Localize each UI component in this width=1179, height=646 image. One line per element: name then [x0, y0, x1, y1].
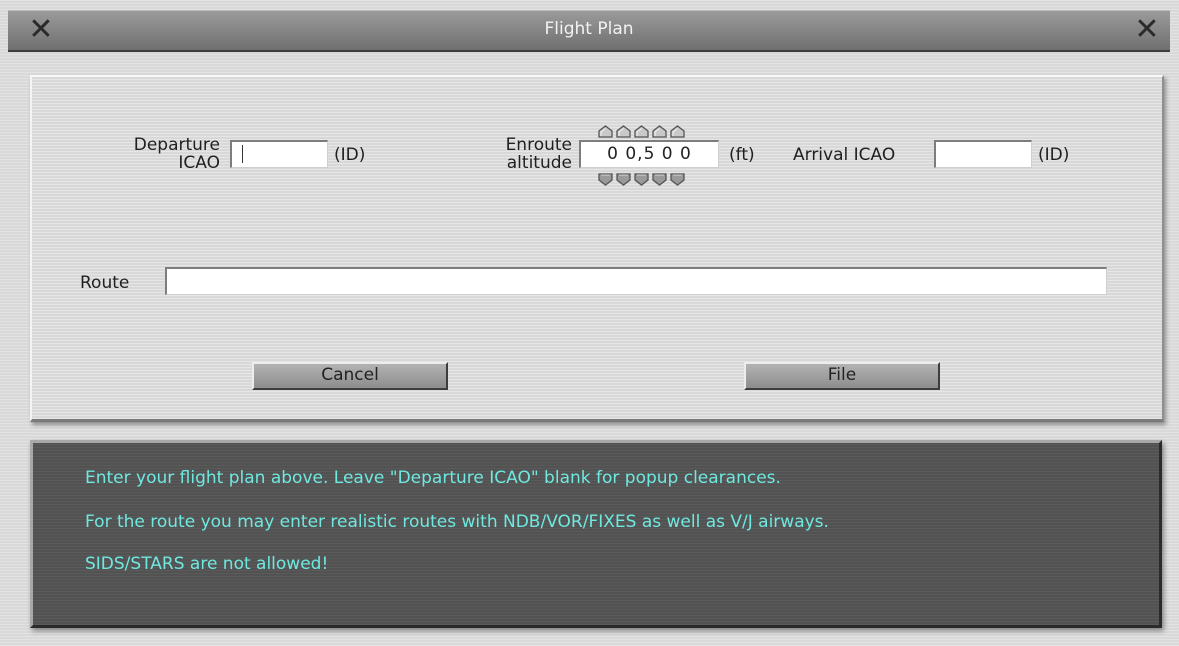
- info-line-1: Enter your flight plan above. Leave "Dep…: [85, 468, 781, 488]
- altitude-unit: (ft): [729, 145, 755, 165]
- cancel-button[interactable]: Cancel: [252, 362, 448, 390]
- departure-icao-input[interactable]: [230, 140, 328, 168]
- altitude-digit-4-down-icon[interactable]: [652, 171, 667, 186]
- arrival-icao-input[interactable]: [934, 140, 1032, 168]
- arrival-unit: (ID): [1038, 145, 1070, 165]
- altitude-digit-3-up-icon[interactable]: [634, 123, 649, 138]
- info-line-3: SIDS/STARS are not allowed!: [85, 554, 329, 574]
- altitude-digit-4-up-icon[interactable]: [652, 123, 667, 138]
- altitude-label-line2: altitude: [506, 153, 572, 173]
- arrival-label: Arrival ICAO: [793, 145, 896, 165]
- file-button[interactable]: File: [744, 362, 940, 390]
- window-title: Flight Plan: [544, 19, 634, 39]
- altitude-label-line1: Enroute: [505, 135, 572, 155]
- altitude-digit-2-down-icon[interactable]: [616, 171, 631, 186]
- departure-label-line2: ICAO: [178, 153, 220, 173]
- altitude-digit-1-up-icon[interactable]: [598, 123, 613, 138]
- altitude-input[interactable]: 0 0,5 0 0: [579, 140, 719, 168]
- route-label: Route: [80, 273, 130, 293]
- close-right-icon[interactable]: ✕: [1130, 14, 1164, 46]
- altitude-label: Enroute altitude: [452, 136, 572, 172]
- text-caret: [242, 145, 243, 163]
- altitude-digit-5-down-icon[interactable]: [670, 171, 685, 186]
- departure-unit: (ID): [334, 145, 366, 165]
- altitude-digit-3-down-icon[interactable]: [634, 171, 649, 186]
- altitude-digit-1-down-icon[interactable]: [598, 171, 613, 186]
- altitude-digit-5-up-icon[interactable]: [670, 123, 685, 138]
- route-input[interactable]: [165, 267, 1107, 295]
- info-panel: Enter your flight plan above. Leave "Dep…: [30, 440, 1162, 628]
- flight-plan-form: Departure ICAO (ID) Enroute altitude 0 0…: [30, 75, 1164, 422]
- info-line-2: For the route you may enter realistic ro…: [85, 512, 829, 532]
- departure-label-line1: Departure: [133, 135, 220, 155]
- title-bar: ✕ Flight Plan ✕: [8, 10, 1170, 52]
- altitude-digit-2-up-icon[interactable]: [616, 123, 631, 138]
- departure-label: Departure ICAO: [106, 136, 220, 172]
